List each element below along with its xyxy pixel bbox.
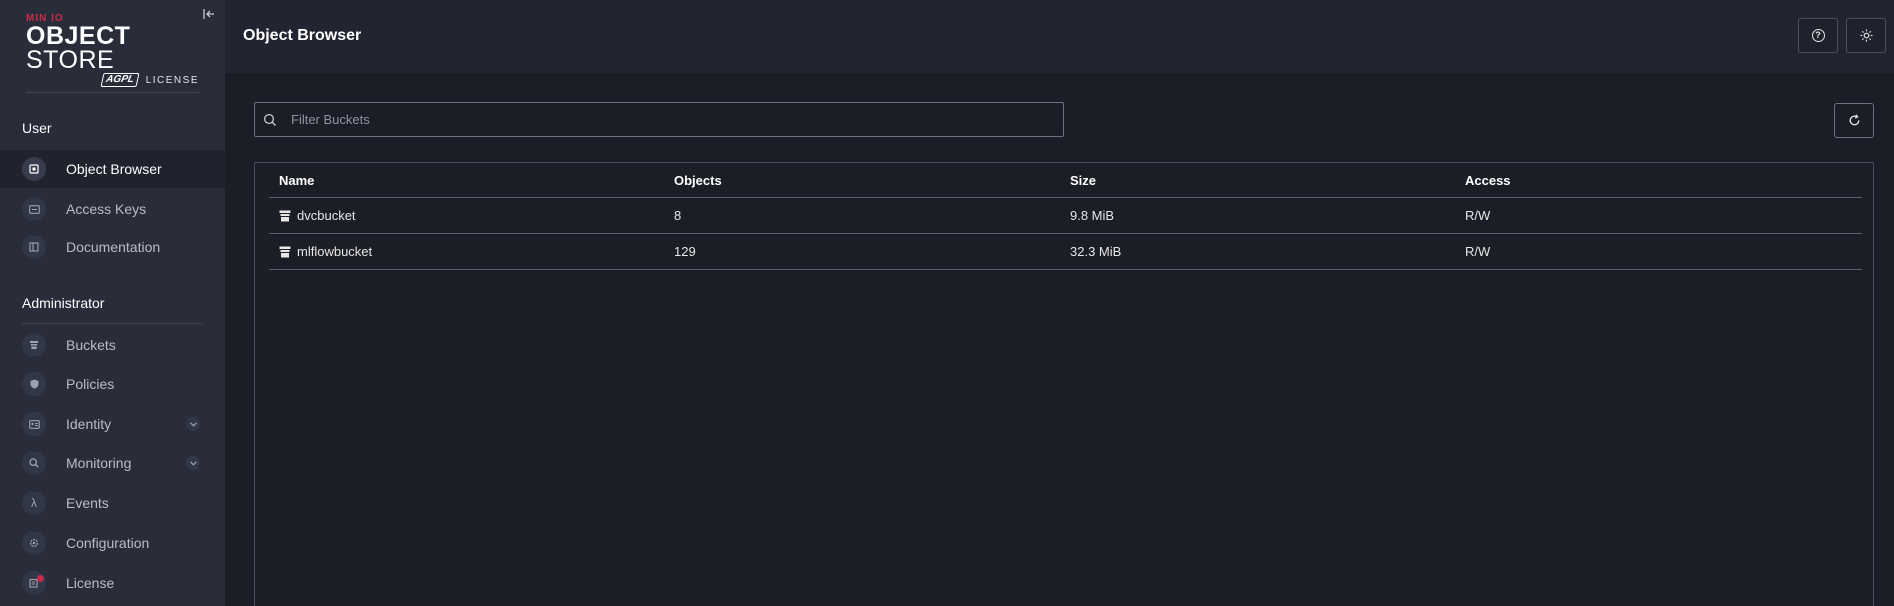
help-icon: ? — [1811, 29, 1825, 42]
search-bar — [254, 102, 1064, 137]
sidebar: MIN IO OBJECT STORE AGPL LICENSE User Ob… — [0, 0, 225, 606]
bucket-icon — [279, 210, 291, 222]
minio-logo: MIN IO OBJECT STORE AGPL LICENSE — [26, 14, 201, 87]
chevron-down-icon[interactable] — [186, 456, 200, 470]
bucket-name: dvcbucket — [297, 208, 356, 223]
sidebar-item-license[interactable]: License — [0, 564, 225, 602]
policies-icon — [22, 372, 46, 396]
sun-icon — [1860, 29, 1872, 42]
divider — [22, 323, 203, 324]
bucket-size: 9.8 MiB — [1070, 208, 1115, 223]
column-header-size[interactable]: Size — [1060, 173, 1455, 188]
top-bar: Object Browser ? — [225, 0, 1894, 73]
sidebar-item-label: Monitoring — [66, 455, 132, 471]
gear-icon — [22, 531, 46, 555]
section-title-administrator: Administrator — [22, 295, 105, 311]
agpl-badge: AGPL — [100, 73, 140, 87]
identity-icon — [22, 412, 46, 436]
sidebar-item-label: Buckets — [66, 337, 116, 353]
column-header-name[interactable]: Name — [269, 173, 664, 188]
bucket-objects: 8 — [674, 208, 682, 223]
sidebar-item-label: Configuration — [66, 535, 150, 551]
monitoring-icon — [22, 451, 46, 475]
table-header: Name Objects Size Access — [269, 163, 1862, 198]
help-button[interactable]: ? — [1798, 18, 1838, 53]
table-row[interactable]: dvcbucket 8 9.8 MiB R/W — [269, 198, 1862, 234]
bucket-objects: 129 — [674, 244, 696, 259]
collapse-sidebar-icon[interactable] — [202, 8, 216, 22]
sidebar-item-label: Events — [66, 495, 109, 511]
chevron-down-icon[interactable] — [186, 417, 200, 431]
sidebar-item-label: Documentation — [66, 239, 161, 255]
filter-buckets-input[interactable] — [285, 103, 1063, 136]
buckets-table-container: Name Objects Size Access dvcbucket 8 9.8… — [254, 162, 1874, 606]
column-header-objects[interactable]: Objects — [664, 173, 1060, 188]
buckets-icon — [22, 333, 46, 357]
logo-license-row: AGPL LICENSE — [26, 73, 201, 87]
bucket-access: R/W — [1465, 208, 1491, 223]
sidebar-item-label: Object Browser — [66, 161, 162, 177]
divider — [26, 92, 199, 93]
search-icon — [263, 110, 285, 130]
sidebar-item-label: Identity — [66, 416, 112, 432]
lambda-icon: λ — [22, 491, 46, 515]
logo-license: LICENSE — [145, 74, 199, 86]
logo-title: OBJECT STORE — [26, 24, 201, 74]
sidebar-item-configuration[interactable]: Configuration — [0, 524, 225, 562]
column-header-access[interactable]: Access — [1455, 173, 1862, 188]
sidebar-item-label: License — [66, 575, 115, 591]
sidebar-item-policies[interactable]: Policies — [0, 365, 225, 403]
sidebar-item-label: Access Keys — [66, 201, 147, 217]
bucket-size: 32.3 MiB — [1070, 244, 1122, 259]
documentation-icon — [22, 235, 46, 259]
notification-badge — [37, 575, 44, 582]
logo-title-rest: STORE — [26, 46, 115, 74]
sidebar-item-object-browser[interactable]: Object Browser — [0, 150, 225, 188]
app-window: MIN IO OBJECT STORE AGPL LICENSE User Ob… — [0, 0, 1894, 606]
sidebar-item-identity[interactable]: Identity — [0, 405, 225, 443]
refresh-icon — [1849, 114, 1859, 126]
sidebar-item-buckets[interactable]: Buckets — [0, 326, 225, 364]
refresh-button[interactable] — [1834, 103, 1874, 138]
section-title-user: User — [22, 120, 52, 136]
main-content: Object Browser ? Filter Buckets Name Obj… — [225, 0, 1894, 606]
bucket-name-cell: mlflowbucket — [269, 244, 664, 259]
sidebar-item-access-keys[interactable]: Access Keys — [0, 190, 225, 228]
bucket-access: R/W — [1465, 244, 1491, 259]
sidebar-item-label: Policies — [66, 376, 115, 392]
sidebar-item-events[interactable]: λ Events — [0, 484, 225, 522]
table-row[interactable]: mlflowbucket 129 32.3 MiB R/W — [269, 234, 1862, 270]
theme-toggle-button[interactable] — [1846, 18, 1886, 53]
sidebar-item-monitoring[interactable]: Monitoring — [0, 444, 225, 482]
buckets-table: Name Objects Size Access dvcbucket 8 9.8… — [269, 163, 1862, 270]
access-keys-icon — [22, 197, 46, 221]
object-browser-icon — [22, 157, 46, 181]
bucket-icon — [279, 246, 291, 258]
sidebar-item-documentation[interactable]: Documentation — [0, 228, 225, 266]
page-title: Object Browser — [243, 27, 362, 44]
bucket-name-cell: dvcbucket — [269, 208, 664, 223]
bucket-name: mlflowbucket — [297, 244, 373, 259]
